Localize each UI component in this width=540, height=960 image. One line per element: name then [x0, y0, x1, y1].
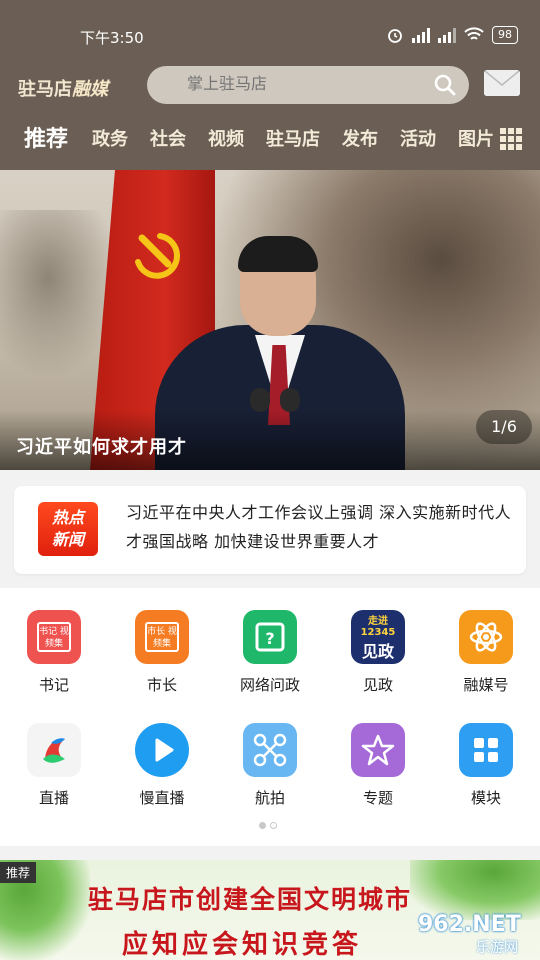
grid-item-secretary[interactable]: 书记 视频集 书记 [4, 610, 104, 695]
star-icon [351, 723, 405, 777]
app-header: 下午3:50 98 驻马店融媒 推荐 政务 社会 视频 驻马店 发布 活动 图片 [0, 0, 540, 170]
promo-subtitle: 应知应会知识竞答 [122, 930, 363, 960]
slow-live-icon [135, 723, 189, 777]
grid-item-slow-live[interactable]: 慢直播 [112, 723, 212, 808]
hammer-sickle-emblem-icon [135, 233, 180, 279]
tab-pictures[interactable]: 图片 [458, 118, 494, 162]
grid-item-label: 市长 [146, 676, 177, 694]
inquiry-icon: ? [243, 610, 297, 664]
grid-item-mayor[interactable]: 市长 视频集 市长 [112, 610, 212, 695]
microphone-icon [250, 388, 270, 412]
grid-item-modules[interactable]: 模块 [436, 723, 536, 808]
hot-news-badge-line1: 热点 [51, 508, 84, 527]
hot-news-card[interactable]: 热点 新闻 习近平在中央人才工作会议上强调 深入实施新时代人才强国战略 加快建设… [14, 486, 526, 574]
status-time: 下午3:50 [80, 29, 144, 47]
battery-indicator: 98 [492, 26, 518, 44]
grid-item-label: 慢直播 [139, 789, 185, 807]
search-bar[interactable] [147, 66, 469, 104]
status-icons: 98 [386, 26, 518, 44]
jianzheng-icon: 走进12345 见政 [351, 610, 405, 664]
svg-text:?: ? [265, 629, 274, 648]
banner-speaker-hair [238, 236, 318, 272]
page-dot-active [259, 822, 266, 829]
banner-caption: 习近平如何求才用才 [16, 437, 187, 458]
grid-page-indicator [259, 822, 277, 829]
modules-icon [459, 723, 513, 777]
brand-logo: 驻马店融媒 [18, 75, 108, 101]
leaves-decoration-right [410, 860, 540, 920]
watermark-bottom: 乐游网 [476, 940, 518, 956]
mail-icon[interactable] [484, 70, 520, 96]
status-bar: 下午3:50 98 [0, 0, 540, 70]
hot-news-badge: 热点 新闻 [38, 502, 98, 556]
jianzheng-icon-top: 走进12345 [360, 616, 396, 638]
promo-title: 驻马店市创建全国文明城市 [88, 885, 413, 914]
mayor-video-icon: 市长 视频集 [135, 610, 189, 664]
secretary-video-icon: 书记 视频集 [27, 610, 81, 664]
live-icon [27, 723, 81, 777]
grid-item-label: 模块 [470, 789, 501, 807]
alarm-icon [388, 29, 402, 43]
promo-tag: 推荐 [0, 862, 37, 883]
tab-zhumadian[interactable]: 驻马店 [266, 118, 320, 162]
grid-item-inquiry[interactable]: ? 网络问政 [220, 610, 320, 695]
signal-icon [412, 27, 430, 43]
feature-grid: 书记 视频集 书记 市长 视频集 市长 ? 网络问政 走进12345 见政 见政… [0, 588, 540, 846]
category-tabs: 推荐 政务 社会 视频 驻马店 发布 活动 图片 [0, 118, 540, 162]
wifi-icon [464, 27, 484, 40]
grid-item-live[interactable]: 直播 [4, 723, 104, 808]
drone-icon [243, 723, 297, 777]
grid-item-aerial[interactable]: 航拍 [220, 723, 320, 808]
grid-item-label: 网络问政 [239, 676, 300, 694]
tab-release[interactable]: 发布 [342, 118, 378, 162]
tab-government[interactable]: 政务 [92, 118, 128, 162]
atom-icon [459, 610, 513, 664]
grid-item-label: 融媒号 [463, 676, 509, 694]
grid-item-rongmei[interactable]: 融媒号 [436, 610, 536, 695]
hot-news-badge-line2: 新闻 [51, 530, 84, 549]
grid-item-jianzheng[interactable]: 走进12345 见政 见政 [328, 610, 428, 695]
tab-events[interactable]: 活动 [400, 118, 436, 162]
watermark-top: 962.NET [418, 912, 521, 937]
microphone-icon-2 [280, 388, 300, 412]
grid-item-label: 书记 [38, 676, 69, 694]
search-icon[interactable] [433, 73, 457, 97]
brand-script: 融媒 [72, 79, 108, 100]
secretary-icon-text: 书记 视频集 [37, 622, 71, 652]
page-dot [270, 822, 277, 829]
grid-item-topics[interactable]: 专题 [328, 723, 428, 808]
tab-recommend[interactable]: 推荐 [24, 118, 68, 162]
search-input[interactable] [187, 66, 417, 104]
brand-text: 驻马店 [18, 79, 72, 100]
headline-banner[interactable]: 习近平如何求才用才 1/6 [0, 170, 540, 470]
tab-society[interactable]: 社会 [150, 118, 186, 162]
grid-item-label: 见政 [362, 676, 393, 694]
watermark: 962.NET 乐游网 [418, 912, 538, 958]
jianzheng-icon-bottom: 见政 [361, 642, 394, 661]
banner-pager: 1/6 [476, 410, 532, 444]
tab-video[interactable]: 视频 [208, 118, 244, 162]
mayor-icon-text: 市长 视频集 [145, 622, 179, 652]
more-tabs-grid-icon[interactable] [500, 128, 522, 150]
signal-icon-2 [438, 27, 456, 43]
grid-item-label: 专题 [362, 789, 393, 807]
hot-news-headline[interactable]: 习近平在中央人才工作会议上强调 深入实施新时代人才强国战略 加快建设世界重要人才 [126, 498, 512, 556]
grid-item-label: 航拍 [254, 789, 285, 807]
grid-item-label: 直播 [38, 789, 69, 807]
